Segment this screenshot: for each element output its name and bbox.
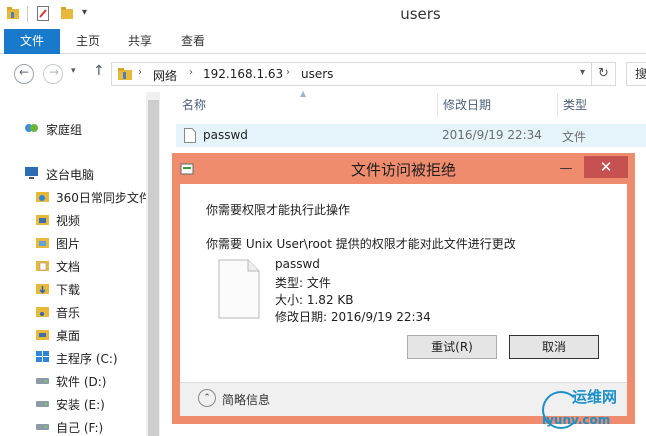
sidebar-item-drive-e[interactable]: 安装 (E:) xyxy=(0,393,146,415)
file-icon xyxy=(184,128,196,143)
breadcrumb-separator-icon: › xyxy=(286,67,290,78)
sidebar-item-desktop[interactable]: 桌面 xyxy=(0,324,146,346)
breadcrumb-network[interactable]: 网络 xyxy=(153,67,177,84)
file-info-name: passwd xyxy=(275,257,320,271)
sidebar-item-videos[interactable]: 视频 xyxy=(0,209,146,231)
up-button[interactable]: ↑ xyxy=(93,63,105,79)
close-button[interactable]: ✕ xyxy=(584,156,628,178)
refresh-button[interactable]: ↻ xyxy=(592,62,616,86)
owner-message: 你需要 Unix User\root 提供的权限才能对此文件进行更改 xyxy=(206,237,516,251)
column-header-type[interactable]: 类型 xyxy=(563,96,587,113)
fewer-details-link[interactable]: 简略信息 xyxy=(222,391,270,408)
file-info-modified: 修改日期: 2016/9/19 22:34 xyxy=(275,310,431,324)
tab-file[interactable]: 文件 xyxy=(4,29,60,54)
sidebar-item-this-pc[interactable]: 这台电脑 xyxy=(0,163,146,185)
watermark-url: iyunv.com xyxy=(542,413,611,427)
watermark-text: 运维网 xyxy=(572,388,618,406)
column-divider[interactable] xyxy=(557,93,558,117)
sidebar-item-drive-f[interactable]: 自己 (F:) xyxy=(0,416,146,436)
file-date: 2016/9/19 22:34 xyxy=(442,128,542,142)
sidebar-item-homegroup[interactable]: 家庭组 xyxy=(0,118,146,140)
column-divider[interactable] xyxy=(437,93,438,117)
minimize-button[interactable]: — xyxy=(558,161,574,176)
arrow-left-icon: ← xyxy=(19,65,30,79)
sync-folder-icon xyxy=(36,192,49,202)
drive-icon xyxy=(36,424,49,430)
cancel-button[interactable]: 取消 xyxy=(509,335,599,359)
file-row-passwd[interactable]: passwd 2016/9/19 22:34 文件 xyxy=(176,124,646,147)
dialog-body: 你需要权限才能执行此操作 你需要 Unix User\root 提供的权限才能对… xyxy=(180,184,627,416)
sidebar-item-360-sync[interactable]: 360日常同步文件 xyxy=(0,186,146,208)
homegroup-icon xyxy=(25,124,38,132)
breadcrumb-separator-icon: › xyxy=(189,67,193,78)
sidebar-scrollbar-thumb[interactable] xyxy=(148,100,159,436)
tab-view[interactable]: 查看 xyxy=(179,29,207,54)
music-folder-icon xyxy=(36,307,49,317)
breadcrumb-users[interactable]: users xyxy=(301,67,333,81)
file-large-icon xyxy=(218,259,260,319)
tab-share[interactable]: 共享 xyxy=(126,29,154,54)
back-button[interactable]: ← xyxy=(14,64,34,84)
sidebar-item-pictures[interactable]: 图片 xyxy=(0,232,146,254)
arrow-right-icon: → xyxy=(49,65,60,79)
file-type: 文件 xyxy=(562,130,587,144)
sidebar-item-drive-c[interactable]: 主程序 (C:) xyxy=(0,347,146,369)
documents-folder-icon xyxy=(36,261,49,271)
downloads-folder-icon xyxy=(36,284,49,294)
watermark-logo: 运维网 iyunv.com xyxy=(538,383,646,436)
address-dropdown-icon[interactable]: ▾ xyxy=(580,67,585,78)
drive-icon xyxy=(36,378,49,384)
file-info-type: 类型: 文件 xyxy=(275,276,331,290)
window-title: users xyxy=(400,5,441,23)
recent-locations-dropdown[interactable]: ▾ xyxy=(71,66,76,76)
retry-button[interactable]: 重试(R) xyxy=(407,335,497,359)
desktop-folder-icon xyxy=(36,330,49,340)
permission-message: 你需要权限才能执行此操作 xyxy=(206,203,351,217)
forward-button[interactable]: → xyxy=(43,64,63,84)
sidebar-item-drive-d[interactable]: 软件 (D:) xyxy=(0,370,146,392)
drive-icon xyxy=(36,401,49,407)
navigation-bar: ← → ▾ ↑ › 网络 › 192.168.1.63 › users ▾ ↻ … xyxy=(0,56,646,92)
computer-icon xyxy=(25,167,38,179)
search-input[interactable]: 搜 xyxy=(626,62,646,86)
column-header-name[interactable]: 名称 xyxy=(182,96,206,113)
breadcrumb-host[interactable]: 192.168.1.63 xyxy=(203,67,283,81)
tab-home[interactable]: 主页 xyxy=(74,29,102,54)
file-name: passwd xyxy=(203,128,248,142)
breadcrumb-separator-icon: › xyxy=(138,67,142,78)
file-info-size: 大小: 1.82 KB xyxy=(275,293,354,307)
videos-folder-icon xyxy=(36,215,49,225)
sidebar-item-downloads[interactable]: 下载 xyxy=(0,278,146,300)
sort-ascending-icon: ▲ xyxy=(300,89,307,98)
column-header-date[interactable]: 修改日期 xyxy=(443,96,491,113)
sidebar-item-documents[interactable]: 文档 xyxy=(0,255,146,277)
navigation-pane: 家庭组 这台电脑 360日常同步文件 视频 图片 文档 下载 音乐 桌面 主程序… xyxy=(0,92,160,436)
chevron-up-icon[interactable]: ⌃ xyxy=(198,389,216,407)
network-folder-icon xyxy=(118,68,132,80)
address-bar[interactable]: › 网络 › 192.168.1.63 › users ▾ xyxy=(111,62,592,86)
pictures-folder-icon xyxy=(36,238,49,248)
windows-drive-icon xyxy=(36,351,49,362)
title-bar: ▾ users xyxy=(0,0,646,29)
sidebar-item-music[interactable]: 音乐 xyxy=(0,301,146,323)
refresh-icon: ↻ xyxy=(598,66,609,81)
ribbon-tabs: 文件 主页 共享 查看 xyxy=(0,29,646,54)
